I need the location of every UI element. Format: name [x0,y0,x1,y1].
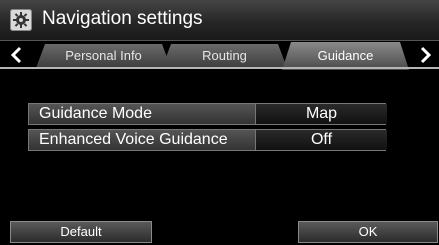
chevron-right-icon[interactable] [414,44,436,66]
tab-label: Guidance [317,48,374,63]
chevron-left-icon[interactable] [6,44,28,66]
setting-label: Enhanced Voice Guidance [39,131,228,148]
tab-underline [0,67,439,69]
page-title: Navigation settings [42,8,203,29]
navigation-settings-screen: Navigation settings Personal Info Routin… [0,0,439,245]
title-bar: Navigation settings [0,0,439,41]
tab-personal-info[interactable]: Personal Info [36,44,171,68]
setting-row-guidance-mode[interactable]: Guidance Mode Map [28,103,387,125]
default-button[interactable]: Default [10,221,152,243]
ok-button[interactable]: OK [298,221,438,243]
setting-value[interactable]: Off [255,130,387,150]
setting-row-enhanced-voice-guidance[interactable]: Enhanced Voice Guidance Off [28,129,387,151]
tab-label: Routing [202,48,247,63]
tab-label: Personal Info [65,48,142,63]
gear-icon [10,9,32,31]
tab-routing[interactable]: Routing [162,44,287,68]
tab-guidance[interactable]: Guidance [282,42,409,70]
setting-label: Guidance Mode [39,105,152,122]
setting-value[interactable]: Map [255,104,387,124]
tab-bar: Personal Info Routing Guidance [0,41,439,69]
